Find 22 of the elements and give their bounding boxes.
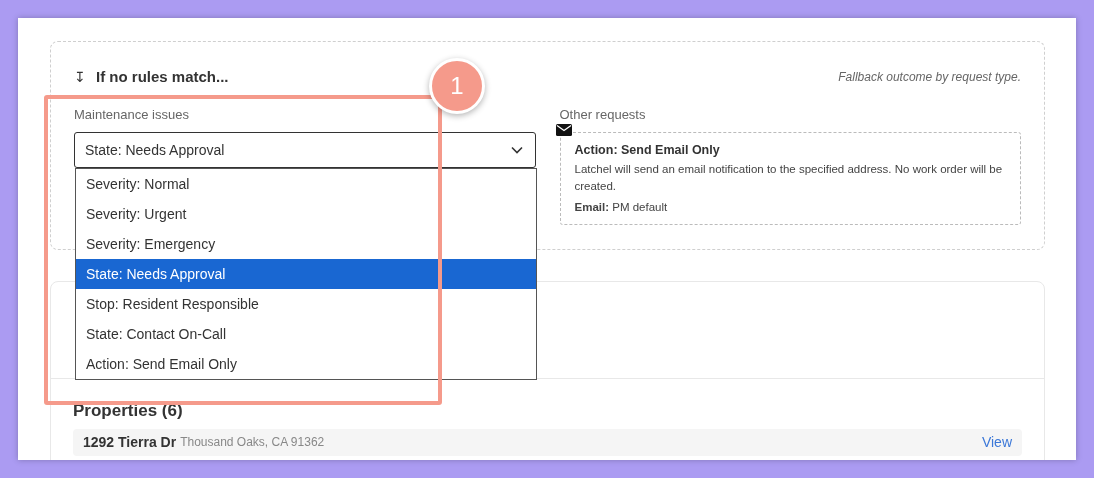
annotation-badge: 1 [429,58,485,114]
view-link[interactable]: View [981,434,1012,451]
property-city: Thousand Oaks, CA 91362 [180,434,325,451]
arrow-icon: ↧ [74,66,86,88]
email-setting: Email: PM default [574,199,669,215]
field-label: Maintenance issues [74,105,190,124]
section-note: Fallback outcome by request type. [838,69,1021,87]
section-title: If no rules match... [96,67,229,87]
dropdown-option[interactable]: Severity: Normal [76,168,536,199]
select-field[interactable]: State: Needs Approval [74,132,536,168]
action-description: Latchel will send an email notification to the specified address. No work order will be created. [574,162,1004,194]
dropdown-option[interactable]: State: Contact On-Call [76,318,536,349]
field-label: Other requests [559,105,647,124]
dropdown-option[interactable]: State: Needs Approval [76,258,536,289]
dropdown-option[interactable]: Action: Send Email Only [76,348,536,379]
dropdown-option[interactable]: Stop: Resident Responsible [76,288,536,319]
chevron-down-icon [510,146,523,154]
dropdown-option[interactable]: Severity: Emergency [76,228,536,259]
property-address: 1292 Tierra Dr [83,434,177,451]
dropdown-option[interactable]: Severity: Urgent [76,198,536,229]
envelope-icon [555,123,572,136]
action-title: Action: Send Email Only [574,142,721,159]
